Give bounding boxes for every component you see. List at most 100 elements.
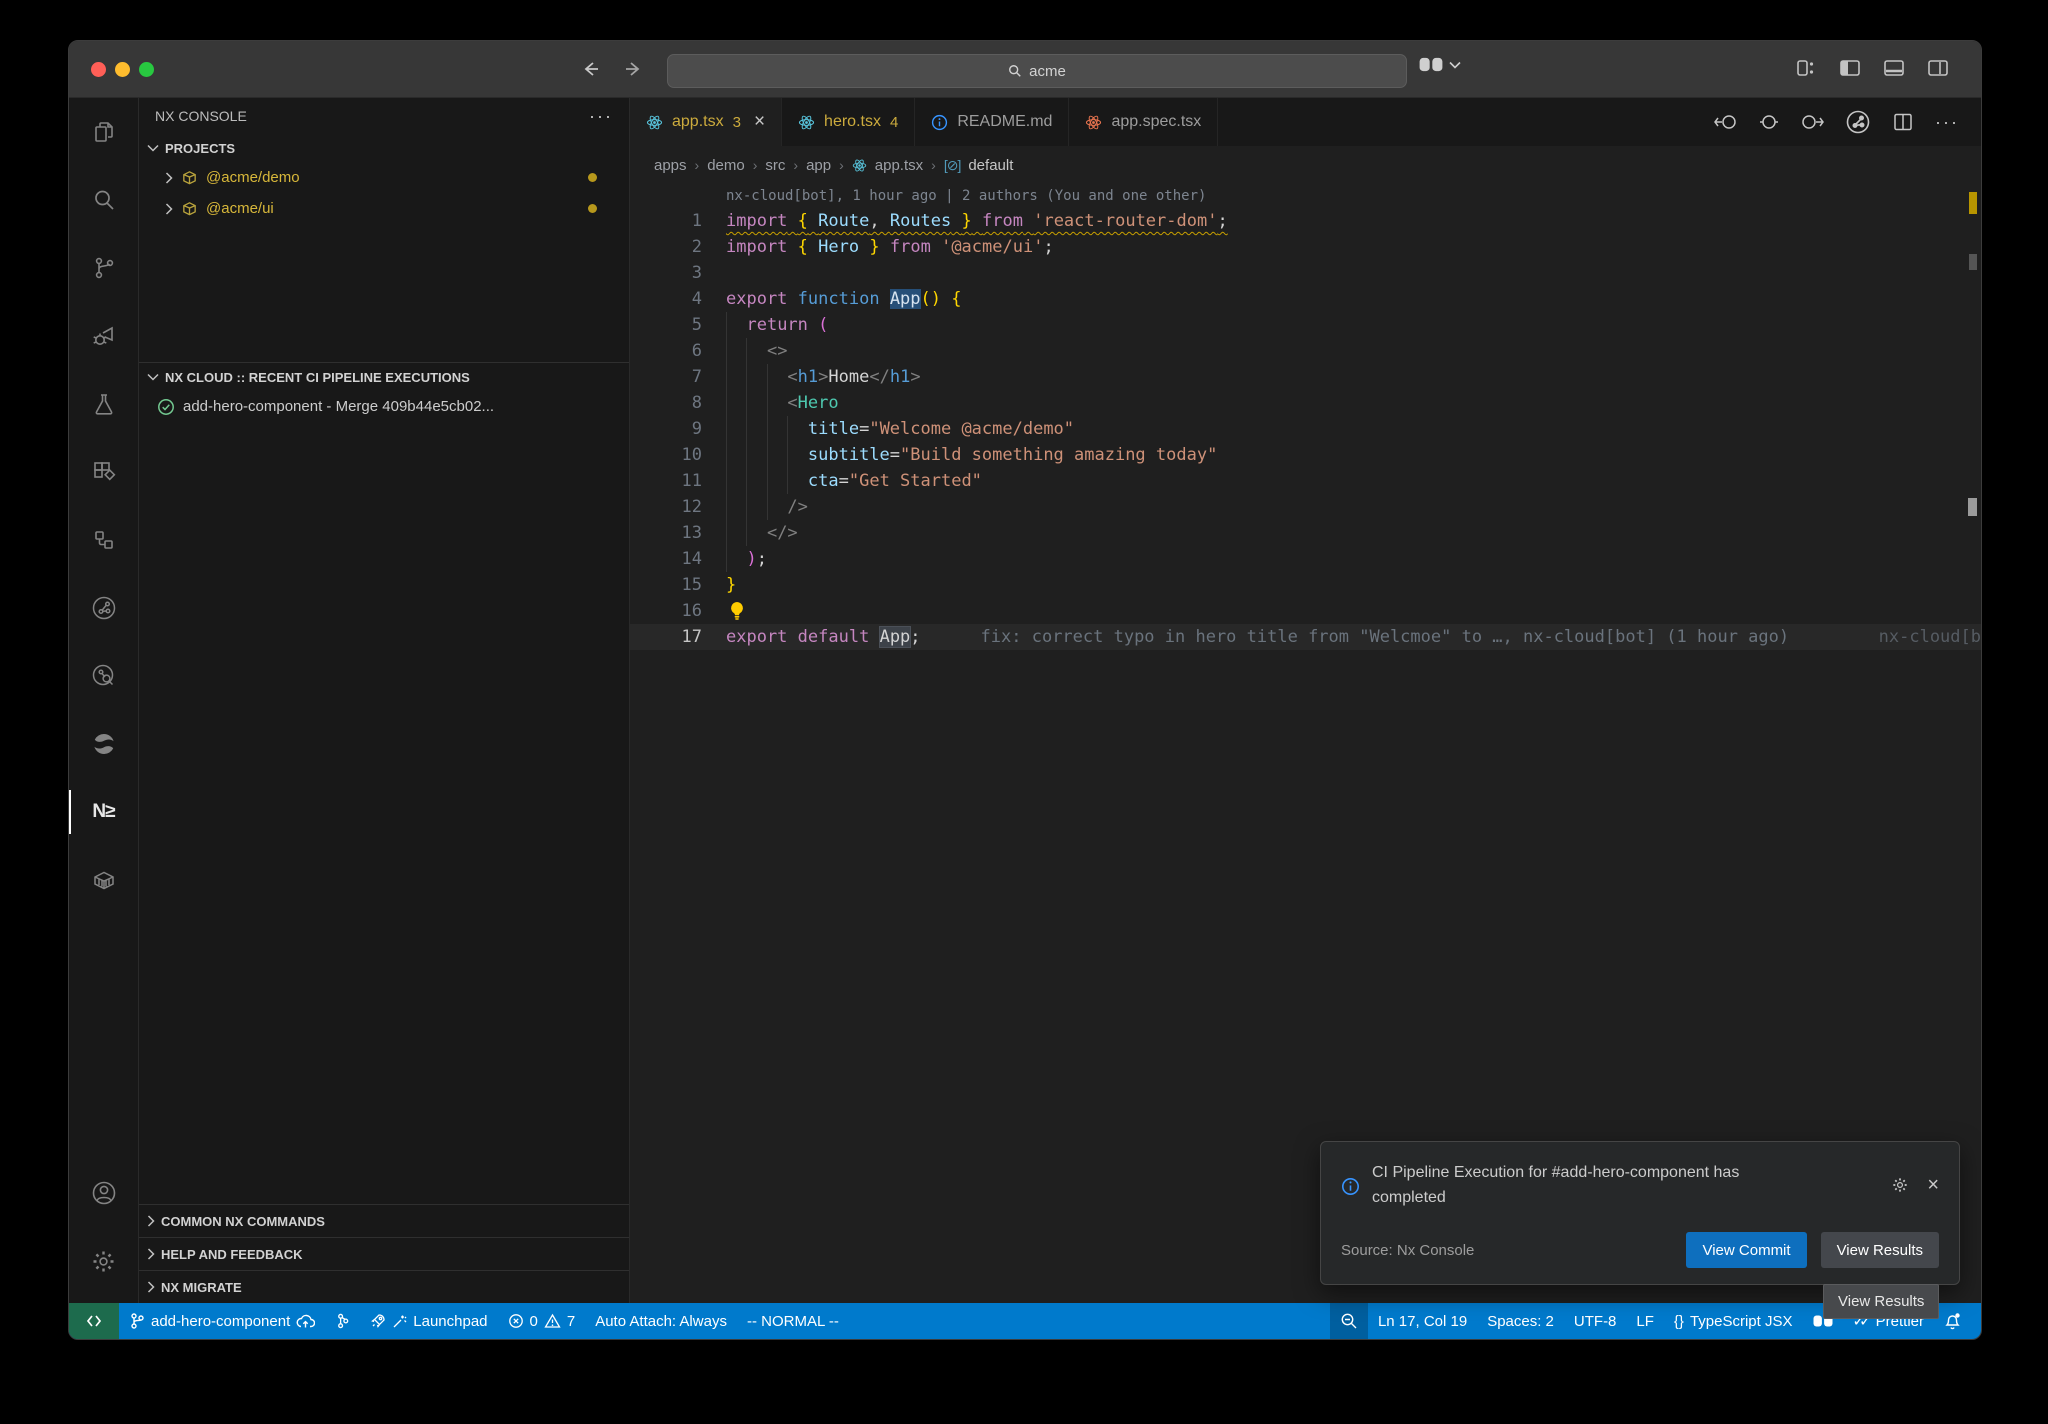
auto-attach-status[interactable]: Auto Attach: Always xyxy=(585,1303,737,1339)
code-line[interactable]: 17export default App;fix: correct typo i… xyxy=(630,624,1981,650)
pipeline-execution-item[interactable]: add-hero-component - Merge 409b44e5cb02.… xyxy=(139,391,629,422)
maximize-window-button[interactable] xyxy=(139,62,154,77)
view-results-button[interactable]: View Results xyxy=(1821,1232,1939,1268)
view-commit-button[interactable]: View Commit xyxy=(1686,1232,1806,1268)
git-blame-header: nx-cloud[bot], 1 hour ago | 2 authors (Y… xyxy=(630,184,1981,208)
code-line[interactable]: 1import { Route, Routes } from 'react-ro… xyxy=(630,208,1981,234)
minimize-window-button[interactable] xyxy=(115,62,130,77)
zoom-out-icon xyxy=(1340,1312,1358,1330)
search-icon[interactable] xyxy=(69,166,138,234)
indent-guide xyxy=(726,468,727,494)
code-line[interactable]: 6 <> xyxy=(630,338,1981,364)
tab-app-tsx[interactable]: app.tsx 3 × xyxy=(630,98,782,146)
code-line[interactable]: 9 title="Welcome @acme/demo" xyxy=(630,416,1981,442)
split-editor-icon[interactable] xyxy=(1892,111,1914,133)
nav-circle-icon[interactable] xyxy=(1759,112,1779,132)
code-line[interactable]: 13 </> xyxy=(630,520,1981,546)
more-actions-icon[interactable]: ··· xyxy=(589,106,613,127)
lightbulb-icon[interactable] xyxy=(728,601,746,621)
encoding-status[interactable]: UTF-8 xyxy=(1564,1303,1627,1339)
code-editor[interactable]: nx-cloud[bot], 1 hour ago | 2 authors (Y… xyxy=(630,184,1981,1303)
code-line[interactable]: 5 return ( xyxy=(630,312,1981,338)
code-line[interactable]: 7 <h1>Home</h1> xyxy=(630,364,1981,390)
extensions-icon[interactable] xyxy=(69,438,138,506)
nx-console-icon[interactable]: N≥ xyxy=(69,778,138,846)
copilot-menu[interactable] xyxy=(1419,56,1461,73)
source-control-icon[interactable] xyxy=(69,234,138,302)
project-item[interactable]: @acme/demo xyxy=(139,162,629,193)
indent-guide xyxy=(767,416,768,442)
indent-guide xyxy=(726,312,727,338)
section-nx-cloud[interactable]: NX CLOUD :: RECENT CI PIPELINE EXECUTION… xyxy=(139,363,629,391)
language-mode-status[interactable]: {} TypeScript JSX xyxy=(1664,1303,1803,1339)
tab-label: app.spec.tsx xyxy=(1111,113,1201,131)
toggle-sidebar-icon[interactable] xyxy=(1839,57,1861,79)
tab-hero-tsx[interactable]: hero.tsx 4 xyxy=(782,98,915,146)
section-projects[interactable]: PROJECTS xyxy=(139,134,629,162)
code-line[interactable]: 14 ); xyxy=(630,546,1981,572)
nx-inspect-icon[interactable] xyxy=(69,642,138,710)
section-common-nx-commands[interactable]: COMMON NX COMMANDS xyxy=(139,1204,629,1237)
code-line[interactable]: 2import { Hero } from '@acme/ui'; xyxy=(630,234,1981,260)
breadcrumb-item[interactable]: apps xyxy=(654,157,687,174)
notifications-bell[interactable] xyxy=(1934,1303,1971,1339)
code-line[interactable]: 11 cta="Get Started" xyxy=(630,468,1981,494)
zoom-out-button[interactable] xyxy=(1330,1303,1368,1339)
breadcrumb-item[interactable]: demo xyxy=(707,157,745,174)
code-line[interactable]: 3 xyxy=(630,260,1981,286)
git-branch-status[interactable]: add-hero-component xyxy=(119,1303,325,1339)
containers-icon[interactable] xyxy=(69,846,138,914)
references-icon[interactable] xyxy=(69,506,138,574)
window-controls xyxy=(91,62,154,77)
gear-icon[interactable] xyxy=(1891,1160,1909,1210)
section-nx-migrate[interactable]: NX MIGRATE xyxy=(139,1270,629,1303)
account-icon[interactable] xyxy=(69,1159,138,1227)
indentation-status[interactable]: Spaces: 2 xyxy=(1477,1303,1564,1339)
indent-guide xyxy=(746,442,747,468)
forward-arrow-icon[interactable] xyxy=(623,59,643,79)
close-icon[interactable]: × xyxy=(754,111,765,133)
toggle-secondary-sidebar-icon[interactable] xyxy=(1927,57,1949,79)
code-line[interactable]: 12 /> xyxy=(630,494,1981,520)
azure-swirl-icon[interactable] xyxy=(69,710,138,778)
code-line[interactable]: 16 xyxy=(630,598,1981,624)
customize-layout-icon[interactable] xyxy=(1795,57,1817,79)
toggle-panel-icon[interactable] xyxy=(1883,57,1905,79)
git-graph-button[interactable] xyxy=(325,1303,360,1339)
testing-icon[interactable] xyxy=(69,370,138,438)
project-item[interactable]: @acme/ui xyxy=(139,193,629,224)
breadcrumb-item[interactable]: app.tsx xyxy=(875,157,923,174)
code-line[interactable]: 8 <Hero xyxy=(630,390,1981,416)
problems-status[interactable]: 0 7 xyxy=(498,1303,586,1339)
more-actions-icon[interactable]: ··· xyxy=(1935,112,1959,133)
nx-run-circle-icon[interactable] xyxy=(1845,109,1871,135)
notification-message: CI Pipeline Execution for #add-hero-comp… xyxy=(1372,1160,1812,1210)
remote-indicator[interactable] xyxy=(69,1303,119,1339)
tab-readme-md[interactable]: README.md xyxy=(915,98,1069,146)
vim-mode-status[interactable]: -- NORMAL -- xyxy=(737,1303,849,1339)
back-arrow-icon[interactable] xyxy=(581,59,601,79)
command-center-search[interactable]: acme xyxy=(667,54,1407,88)
close-icon[interactable]: × xyxy=(1927,1160,1939,1210)
breadcrumb-item[interactable]: default xyxy=(968,157,1013,174)
section-help-and-feedback[interactable]: HELP AND FEEDBACK xyxy=(139,1237,629,1270)
code-line[interactable]: 15} xyxy=(630,572,1981,598)
code-line[interactable]: 4export function App() { xyxy=(630,286,1981,312)
eol-status[interactable]: LF xyxy=(1626,1303,1664,1339)
code-line[interactable]: 10 subtitle="Build something amazing tod… xyxy=(630,442,1981,468)
nx-graph-icon[interactable] xyxy=(69,574,138,642)
search-value: acme xyxy=(1029,63,1066,80)
close-window-button[interactable] xyxy=(91,62,106,77)
settings-gear-icon[interactable] xyxy=(69,1227,138,1295)
run-debug-icon[interactable] xyxy=(69,302,138,370)
tab-app-spec-tsx[interactable]: app.spec.tsx xyxy=(1069,98,1218,146)
nav-forward-icon[interactable] xyxy=(1800,112,1824,132)
chevron-right-icon xyxy=(147,1248,155,1260)
chevron-right-icon xyxy=(147,1281,155,1293)
cursor-position-status[interactable]: Ln 17, Col 19 xyxy=(1368,1303,1477,1339)
breadcrumb-item[interactable]: src xyxy=(765,157,785,174)
explorer-icon[interactable] xyxy=(69,98,138,166)
nav-back-icon[interactable] xyxy=(1714,112,1738,132)
breadcrumb-item[interactable]: app xyxy=(806,157,831,174)
launchpad-button[interactable]: Launchpad xyxy=(360,1303,497,1339)
